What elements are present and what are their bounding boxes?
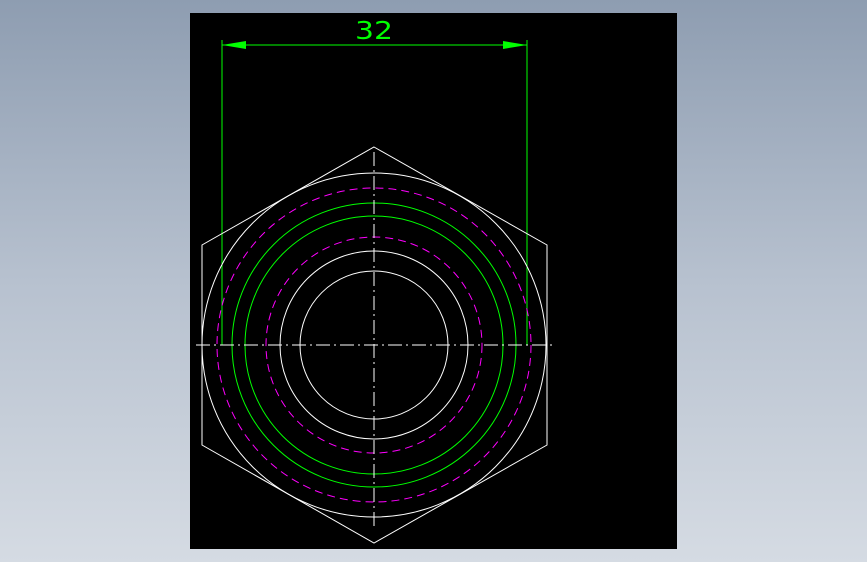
cad-drawing-svg: 32 xyxy=(196,16,556,544)
cad-drawing-canvas: 32 xyxy=(190,13,677,549)
dimension-arrow-left xyxy=(222,41,246,49)
dimension-arrow-right xyxy=(503,41,527,49)
dimension-value: 32 xyxy=(355,16,393,45)
